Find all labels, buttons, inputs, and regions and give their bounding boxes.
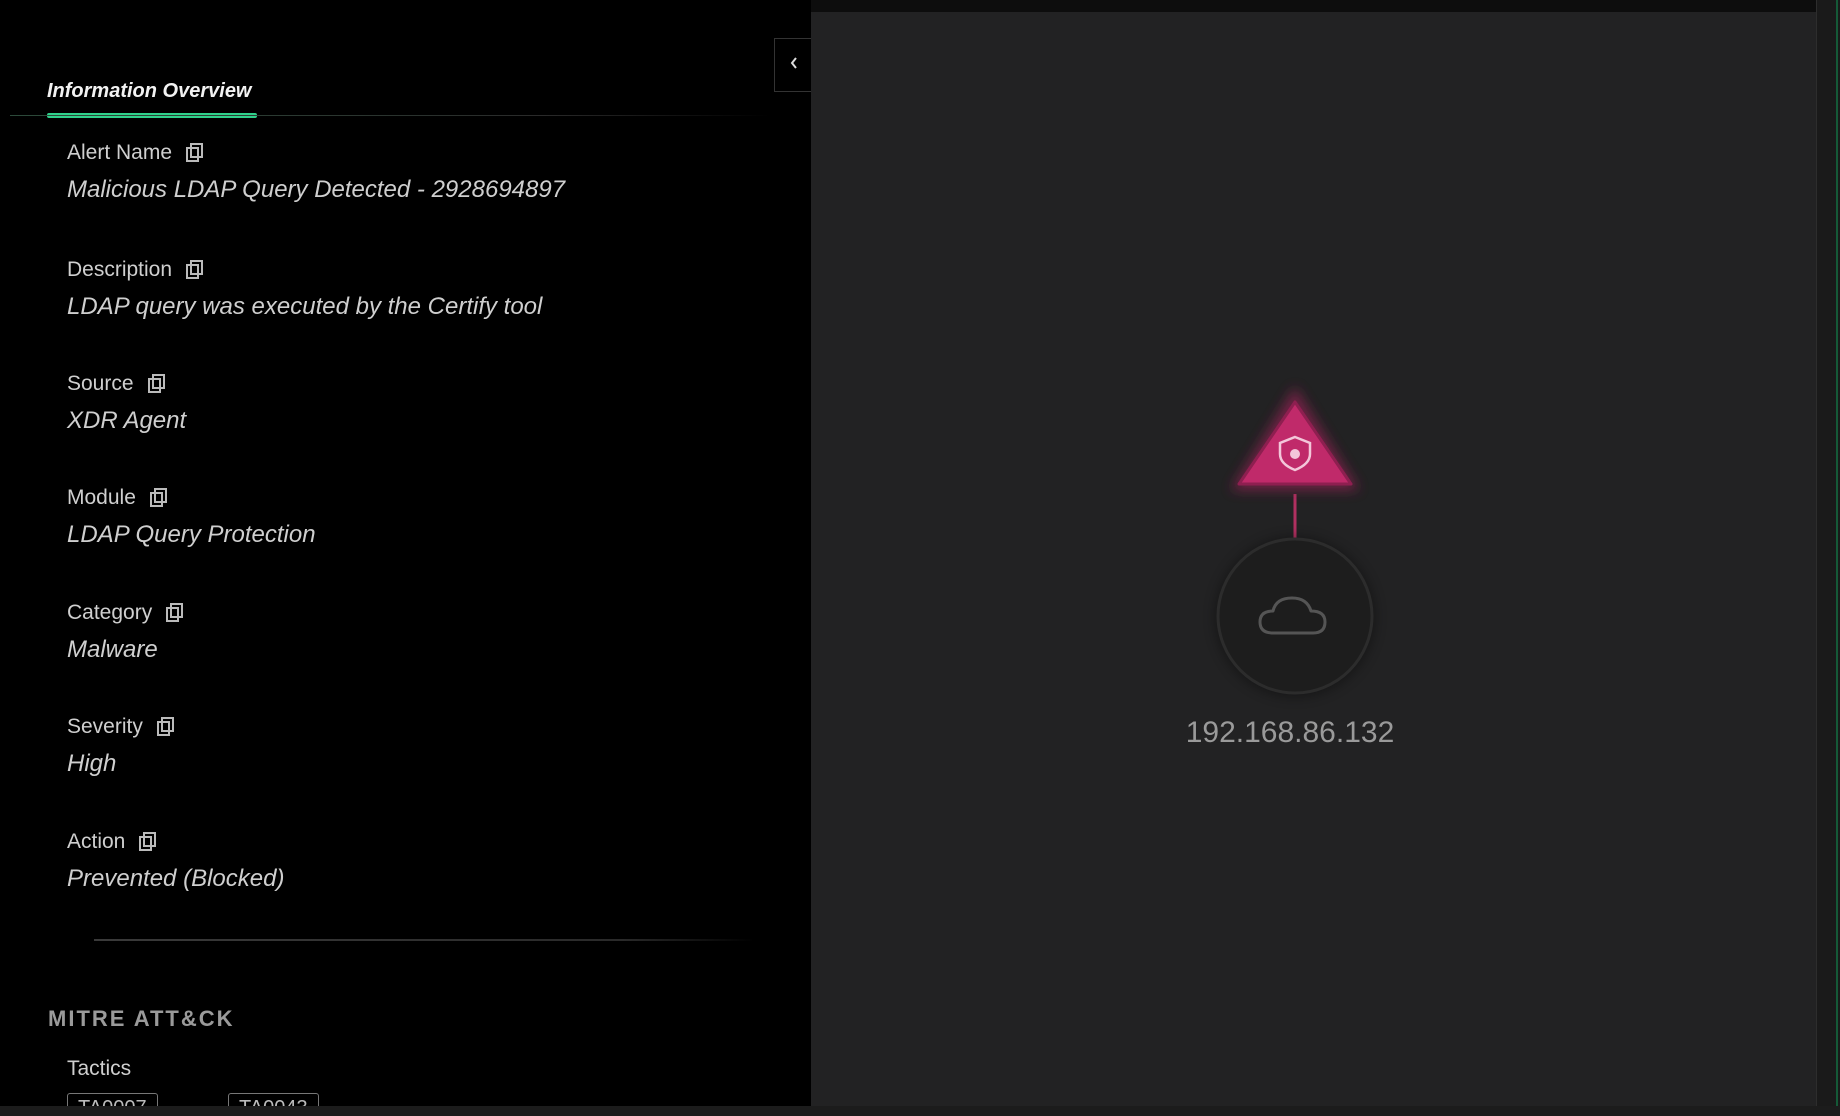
field-value: Prevented (Blocked) bbox=[67, 865, 285, 892]
field-value: High bbox=[67, 750, 117, 777]
alert-node[interactable] bbox=[1231, 387, 1359, 490]
copy-icon[interactable] bbox=[186, 260, 204, 280]
chevron-left-icon bbox=[789, 56, 799, 75]
field-label: Source bbox=[67, 372, 134, 395]
field-label: Module bbox=[67, 486, 136, 509]
tab-bar-divider bbox=[10, 115, 770, 116]
host-node[interactable] bbox=[1215, 537, 1375, 697]
graph-canvas[interactable] bbox=[811, 12, 1816, 1106]
host-ip-label: 192.168.86.132 bbox=[1185, 716, 1395, 749]
copy-icon[interactable] bbox=[156, 717, 175, 737]
collapse-panel-button[interactable] bbox=[774, 38, 812, 92]
field-value: LDAP query was executed by the Certify t… bbox=[67, 293, 543, 320]
field-value: LDAP Query Protection bbox=[67, 521, 316, 548]
field-label: Action bbox=[67, 830, 126, 853]
section-divider bbox=[94, 939, 754, 941]
field-category: Category Malware bbox=[67, 600, 184, 664]
tactic-chip[interactable]: TA0043 bbox=[228, 1093, 319, 1106]
field-module: Module LDAP Query Protection bbox=[67, 485, 316, 549]
field-value: Malicious LDAP Query Detected - 29286948… bbox=[67, 176, 566, 203]
field-action: Action Prevented (Blocked) bbox=[67, 829, 284, 893]
copy-icon[interactable] bbox=[186, 143, 204, 163]
field-label: Description bbox=[67, 258, 173, 281]
copy-icon[interactable] bbox=[139, 832, 157, 852]
field-description: Description LDAP query was executed by t… bbox=[67, 257, 542, 321]
field-value: Malware bbox=[67, 636, 158, 663]
tactic-chip[interactable]: TA0007 bbox=[67, 1093, 158, 1106]
field-label: Alert Name bbox=[67, 141, 173, 164]
copy-icon[interactable] bbox=[149, 488, 168, 508]
field-label: Category bbox=[67, 601, 153, 624]
field-label: Severity bbox=[67, 715, 143, 738]
copy-icon[interactable] bbox=[166, 603, 184, 623]
field-alert-name: Alert Name Malicious LDAP Query Detected… bbox=[67, 140, 565, 204]
field-value: XDR Agent bbox=[67, 407, 187, 434]
tab-information-overview[interactable]: Information Overview bbox=[47, 80, 252, 103]
mitre-section-title: MITRE ATT&CK bbox=[48, 1006, 235, 1031]
graph-svg bbox=[1215, 387, 1375, 697]
field-source: Source XDR Agent bbox=[67, 371, 186, 435]
tactics-label: Tactics bbox=[67, 1057, 132, 1080]
copy-icon[interactable] bbox=[147, 374, 166, 394]
field-severity: Severity High bbox=[67, 714, 175, 778]
bottom-scrollbar-track bbox=[0, 1106, 1840, 1116]
details-panel: Information Overview Alert Name Maliciou… bbox=[0, 0, 811, 1106]
right-edge-accent bbox=[1836, 0, 1838, 1116]
